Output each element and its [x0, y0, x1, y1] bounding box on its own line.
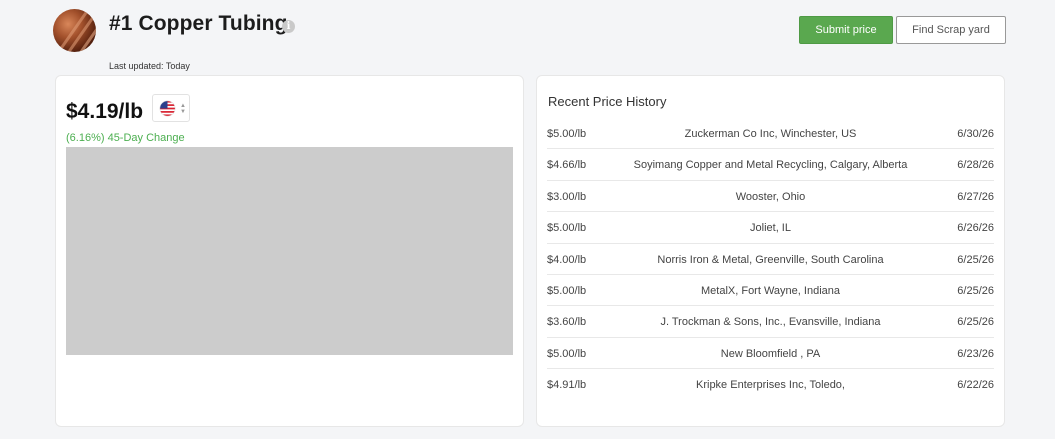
history-location: New Bloomfield , PA [720, 347, 821, 360]
history-location: Joliet, IL [750, 222, 791, 235]
chevron-updown-icon: ▲ ▼ [180, 103, 186, 115]
country-select[interactable]: ▲ ▼ [152, 94, 190, 122]
history-location: Norris Iron & Metal, Greenville, South C… [657, 253, 884, 266]
history-row: $4.66/lb Soyimang Copper and Metal Recyc… [547, 149, 994, 181]
page-title: #1 Copper Tubing [109, 12, 288, 35]
last-updated: Last updated: Today [109, 61, 190, 71]
history-location: J. Trockman & Sons, Inc., Evansville, In… [660, 316, 881, 329]
price-change: (6.16%) 45-Day Change [66, 132, 185, 144]
history-date: 6/23/26 [957, 347, 994, 360]
info-icon[interactable]: i [282, 20, 295, 33]
price-history-card: Recent Price History $5.00/lb Zuckerman … [536, 75, 1005, 427]
history-row: $3.00/lb Wooster, Ohio 6/27/26 [547, 181, 994, 213]
history-date: 6/28/26 [957, 159, 994, 172]
history-date: 6/30/26 [957, 128, 994, 140]
us-flag-icon [159, 100, 176, 117]
history-location: Soyimang Copper and Metal Recycling, Cal… [633, 159, 908, 172]
history-location: Wooster, Ohio [735, 190, 806, 203]
history-date: 6/25/26 [957, 253, 994, 266]
history-date: 6/25/26 [957, 316, 994, 329]
history-row: $5.00/lb MetalX, Fort Wayne, Indiana 6/2… [547, 275, 994, 307]
price-card: $4.19/lb ▲ ▼ (6.16%) 45-Day Change [55, 75, 524, 427]
history-list: $5.00/lb Zuckerman Co Inc, Winchester, U… [547, 118, 994, 401]
history-row: $5.00/lb Joliet, IL 6/26/26 [547, 212, 994, 244]
current-price: $4.19/lb [66, 100, 144, 123]
history-row: $4.91/lb Kripke Enterprises Inc, Toledo,… [547, 369, 994, 400]
history-date: 6/26/26 [957, 222, 994, 235]
price-chart-placeholder [66, 147, 513, 355]
submit-price-button[interactable]: Submit price [799, 16, 893, 44]
history-location: Zuckerman Co Inc, Winchester, US [684, 128, 857, 140]
history-date: 6/22/26 [957, 379, 994, 392]
find-scrap-yard-button[interactable]: Find Scrap yard [896, 16, 1006, 44]
history-title: Recent Price History [548, 94, 667, 109]
history-row: $3.60/lb J. Trockman & Sons, Inc., Evans… [547, 306, 994, 338]
history-location: Kripke Enterprises Inc, Toledo, [696, 379, 845, 392]
history-row: $5.00/lb Zuckerman Co Inc, Winchester, U… [547, 118, 994, 150]
page-header: #1 Copper Tubing i Last updated: Today S… [0, 0, 1055, 75]
history-row: $5.00/lb New Bloomfield , PA 6/23/26 [547, 338, 994, 370]
copper-tubing-avatar [53, 9, 96, 52]
history-date: 6/25/26 [957, 284, 994, 297]
history-row: $4.00/lb Norris Iron & Metal, Greenville… [547, 244, 994, 275]
history-location: MetalX, Fort Wayne, Indiana [701, 284, 840, 297]
history-date: 6/27/26 [957, 190, 994, 203]
